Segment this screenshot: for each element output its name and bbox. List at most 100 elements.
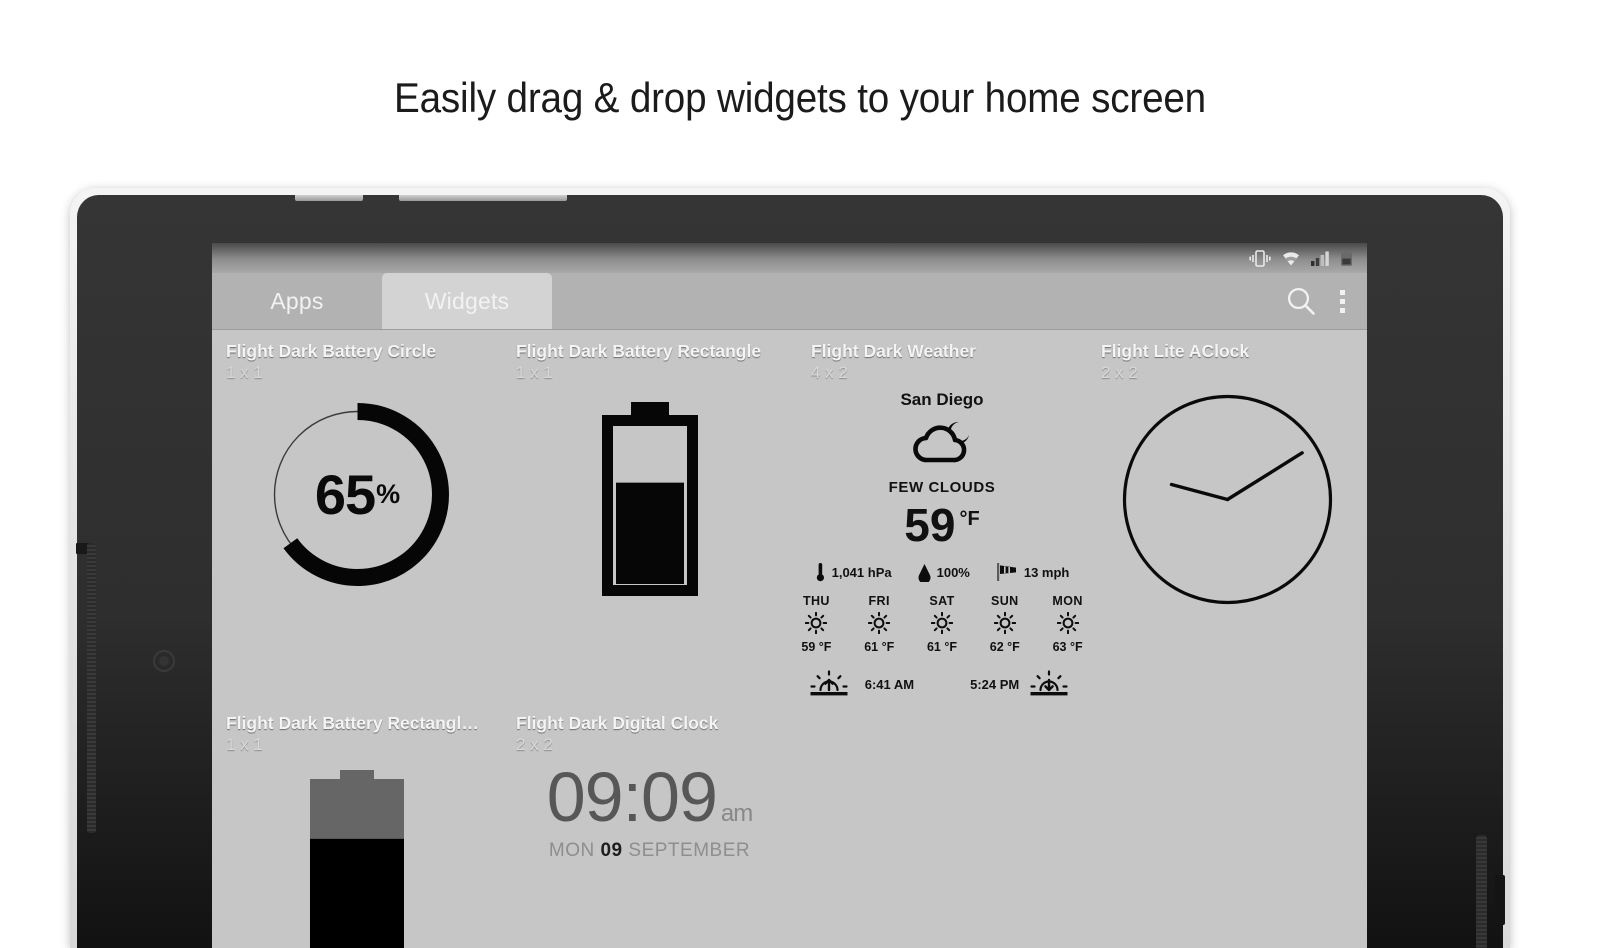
tab-widgets[interactable]: Widgets [382,273,552,329]
weather-temperature: 59 °F [797,502,1087,548]
widget-title: Flight Dark Battery Circle [226,341,437,361]
forecast-day: MON 63 °F [1048,594,1087,654]
weather-metric-pressure: 1,041 hPa [815,562,892,582]
digital-clock-day: 09 [600,840,623,861]
weather-widget: San Diego FEW CLOUDS 59 °F 1,041 hPa 100… [797,384,1087,698]
side-button[interactable] [1495,875,1505,925]
widget-preview[interactable]: 09:09 am MON 09 SEPTEMBER [502,756,797,862]
tablet-device: Apps Widgets Flight Dark Battery Circle … [70,188,1510,948]
right-speaker-grille [1476,835,1487,948]
kebab-menu-icon[interactable] [1340,289,1345,313]
water-drop-icon [918,563,931,582]
sunset-time: 5:24 PM [970,676,1020,692]
weather-metric-value: 13 mph [1023,564,1070,580]
widget-preview[interactable] [1087,384,1367,607]
widget-title: Flight Dark Weather [811,341,976,361]
weather-metric-value: 1,041 hPa [831,564,892,580]
weather-metric-humidity: 100% [918,562,970,582]
widget-size: 1 x 1 [226,735,263,754]
wifi-icon [1283,251,1299,265]
digital-clock-meridiem: am [720,800,753,827]
widget-title: Flight Dark Battery Rectangl… [226,713,479,733]
power-button[interactable] [399,195,567,201]
volume-button[interactable] [295,195,363,201]
widget-cell-empty [797,712,1087,948]
widget-title: Flight Dark Digital Clock [516,713,719,733]
battery-icon [1341,249,1352,266]
weather-metric-wind: 13 mph [996,562,1070,582]
widget-row: Flight Dark Battery Circle 1 x 1 65 % Fl… [212,340,1367,698]
forecast-temp: 59 °F [801,640,832,654]
tablet-screen: Apps Widgets Flight Dark Battery Circle … [212,243,1367,948]
forecast-day: SUN 62 °F [985,594,1024,654]
thermometer-icon [816,563,824,582]
tablet-bezel: Apps Widgets Flight Dark Battery Circle … [76,195,1505,948]
sunrise-icon [810,670,848,696]
widget-card-battery-circle[interactable]: Flight Dark Battery Circle 1 x 1 65 % [212,340,502,698]
widget-cell-empty [1087,712,1367,948]
sun-icon [985,611,1024,637]
widget-preview[interactable]: San Diego FEW CLOUDS 59 °F 1,041 hPa 100… [797,384,1087,698]
widget-preview[interactable]: 65% [212,384,502,587]
weather-metric-value: 100% [936,564,970,580]
battery-percent-value: 65 [314,463,376,526]
signal-icon [1311,251,1329,266]
sun-icon [797,611,836,637]
analog-clock-face [1122,394,1332,605]
battery-percent: 65% [265,402,450,587]
widget-grid: Flight Dark Battery Circle 1 x 1 65 % Fl… [212,330,1367,948]
forecast-day-label: THU [802,594,830,608]
widget-size: 1 x 1 [226,363,263,382]
vibrate-icon [1249,249,1271,267]
battery-rectangle-outline-icon [601,402,698,596]
front-camera-icon [153,650,175,672]
widget-card-digital-clock[interactable]: Flight Dark Digital Clock 2 x 2 09:09 am … [502,712,797,948]
digital-clock-time: 09:09 am [547,762,754,832]
forecast-temp: 61 °F [864,640,895,654]
digital-clock-month: SEPTEMBER [628,840,751,861]
weather-sun-times: 6:41 AM 5:24 PM [797,670,1087,698]
forecast-day: FRI 61 °F [860,594,899,654]
sun-icon [860,611,899,637]
promo-screenshot: Easily drag & drop widgets to your home … [0,0,1600,948]
forecast-temp: 62 °F [989,640,1020,654]
cloud-moon-icon [913,421,969,463]
percent-sign: % [376,479,400,509]
digital-clock-widget: 09:09 am MON 09 SEPTEMBER [547,762,754,862]
sunrise-time: 6:41 AM [864,676,915,692]
forecast-day-label: SAT [929,594,955,608]
tab-apps-label: Apps [270,287,324,314]
status-bar [212,243,1367,273]
search-icon[interactable] [1284,284,1318,318]
widget-preview[interactable] [212,756,502,948]
forecast-day: THU 59 °F [797,594,836,654]
widget-card-analog-clock[interactable]: Flight Lite AClock 2 x 2 [1087,340,1367,698]
tab-widgets-label: Widgets [424,287,510,314]
tab-apps[interactable]: Apps [212,273,382,329]
windsock-icon [996,563,1016,581]
page-title: Easily drag & drop widgets to your home … [394,74,1206,121]
widget-card-battery-rectangle[interactable]: Flight Dark Battery Rectangle 1 x 1 [502,340,797,698]
battery-circle-gauge: 65% [265,402,450,587]
weather-condition: FEW CLOUDS [888,479,996,496]
widget-card-weather[interactable]: Flight Dark Weather 4 x 2 San Diego FEW … [797,340,1087,698]
weather-metrics: 1,041 hPa 100% 13 mph [797,562,1087,582]
digital-clock-time-value: 09:09 [546,758,718,836]
forecast-day-label: FRI [868,594,890,608]
weather-temperature-unit: °F [959,507,980,530]
sun-icon [1048,611,1087,637]
widget-size: 2 x 2 [516,735,553,754]
widget-row: Flight Dark Battery Rectangl… 1 x 1 Flig… [212,712,1367,948]
weather-temperature-value: 59 [904,499,956,551]
weather-forecast: THU 59 °F FRI 61 °F SAT 61 °F SUN 62 °F … [797,594,1087,654]
forecast-day-label: MON [1052,594,1083,608]
widget-title: Flight Dark Battery Rectangle [516,341,762,361]
forecast-temp: 61 °F [926,640,957,654]
widget-preview[interactable] [502,384,797,598]
sunset-icon [1030,670,1068,696]
sun-icon [923,611,962,637]
widget-size: 1 x 1 [516,363,553,382]
widget-card-battery-rectangle-solid[interactable]: Flight Dark Battery Rectangl… 1 x 1 [212,712,502,948]
tab-bar-actions [1284,273,1367,329]
forecast-day-label: SUN [990,594,1019,608]
